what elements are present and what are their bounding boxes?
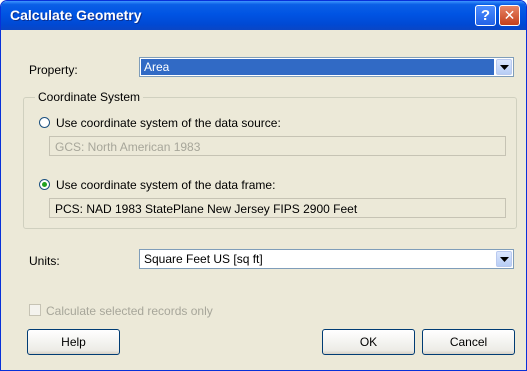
data-source-coordinate-system-value: GCS: North American 1983 <box>55 140 201 154</box>
help-titlebar-button[interactable]: ? <box>475 5 496 26</box>
calculate-geometry-dialog: Calculate Geometry ? ✕ Property: Area Co… <box>0 0 527 371</box>
data-frame-coordinate-system-field: PCS: NAD 1983 StatePlane New Jersey FIPS… <box>49 198 506 218</box>
property-dropdown[interactable]: Area <box>139 57 514 77</box>
ok-button[interactable]: OK <box>322 329 415 355</box>
title-bar[interactable]: Calculate Geometry ? ✕ <box>1 1 526 30</box>
radio-selected-dot <box>42 182 47 187</box>
window-title: Calculate Geometry <box>10 7 142 23</box>
calculate-selected-only-checkbox[interactable] <box>29 304 41 316</box>
chevron-down-icon[interactable] <box>496 59 512 75</box>
radio-data-frame-label: Use coordinate system of the data frame: <box>56 178 276 192</box>
property-label: Property: <box>29 63 78 77</box>
coordinate-system-legend: Coordinate System <box>35 90 144 104</box>
chevron-down-icon[interactable] <box>496 251 512 267</box>
calculate-selected-only-label: Calculate selected records only <box>46 304 213 318</box>
data-source-coordinate-system-field: GCS: North American 1983 <box>49 136 506 156</box>
property-selection-highlight <box>141 59 494 75</box>
help-button[interactable]: Help <box>27 329 120 355</box>
units-label: Units: <box>29 254 60 268</box>
cancel-button[interactable]: Cancel <box>422 329 515 355</box>
radio-button-data-source[interactable] <box>39 117 50 128</box>
close-button[interactable]: ✕ <box>499 5 520 26</box>
units-dropdown[interactable]: Square Feet US [sq ft] <box>139 249 514 269</box>
property-value: Area <box>144 60 170 74</box>
radio-button-data-frame[interactable] <box>39 179 50 190</box>
units-value: Square Feet US [sq ft] <box>144 252 263 266</box>
radio-data-source-label: Use coordinate system of the data source… <box>56 116 281 130</box>
data-frame-coordinate-system-value: PCS: NAD 1983 StatePlane New Jersey FIPS… <box>55 202 358 216</box>
